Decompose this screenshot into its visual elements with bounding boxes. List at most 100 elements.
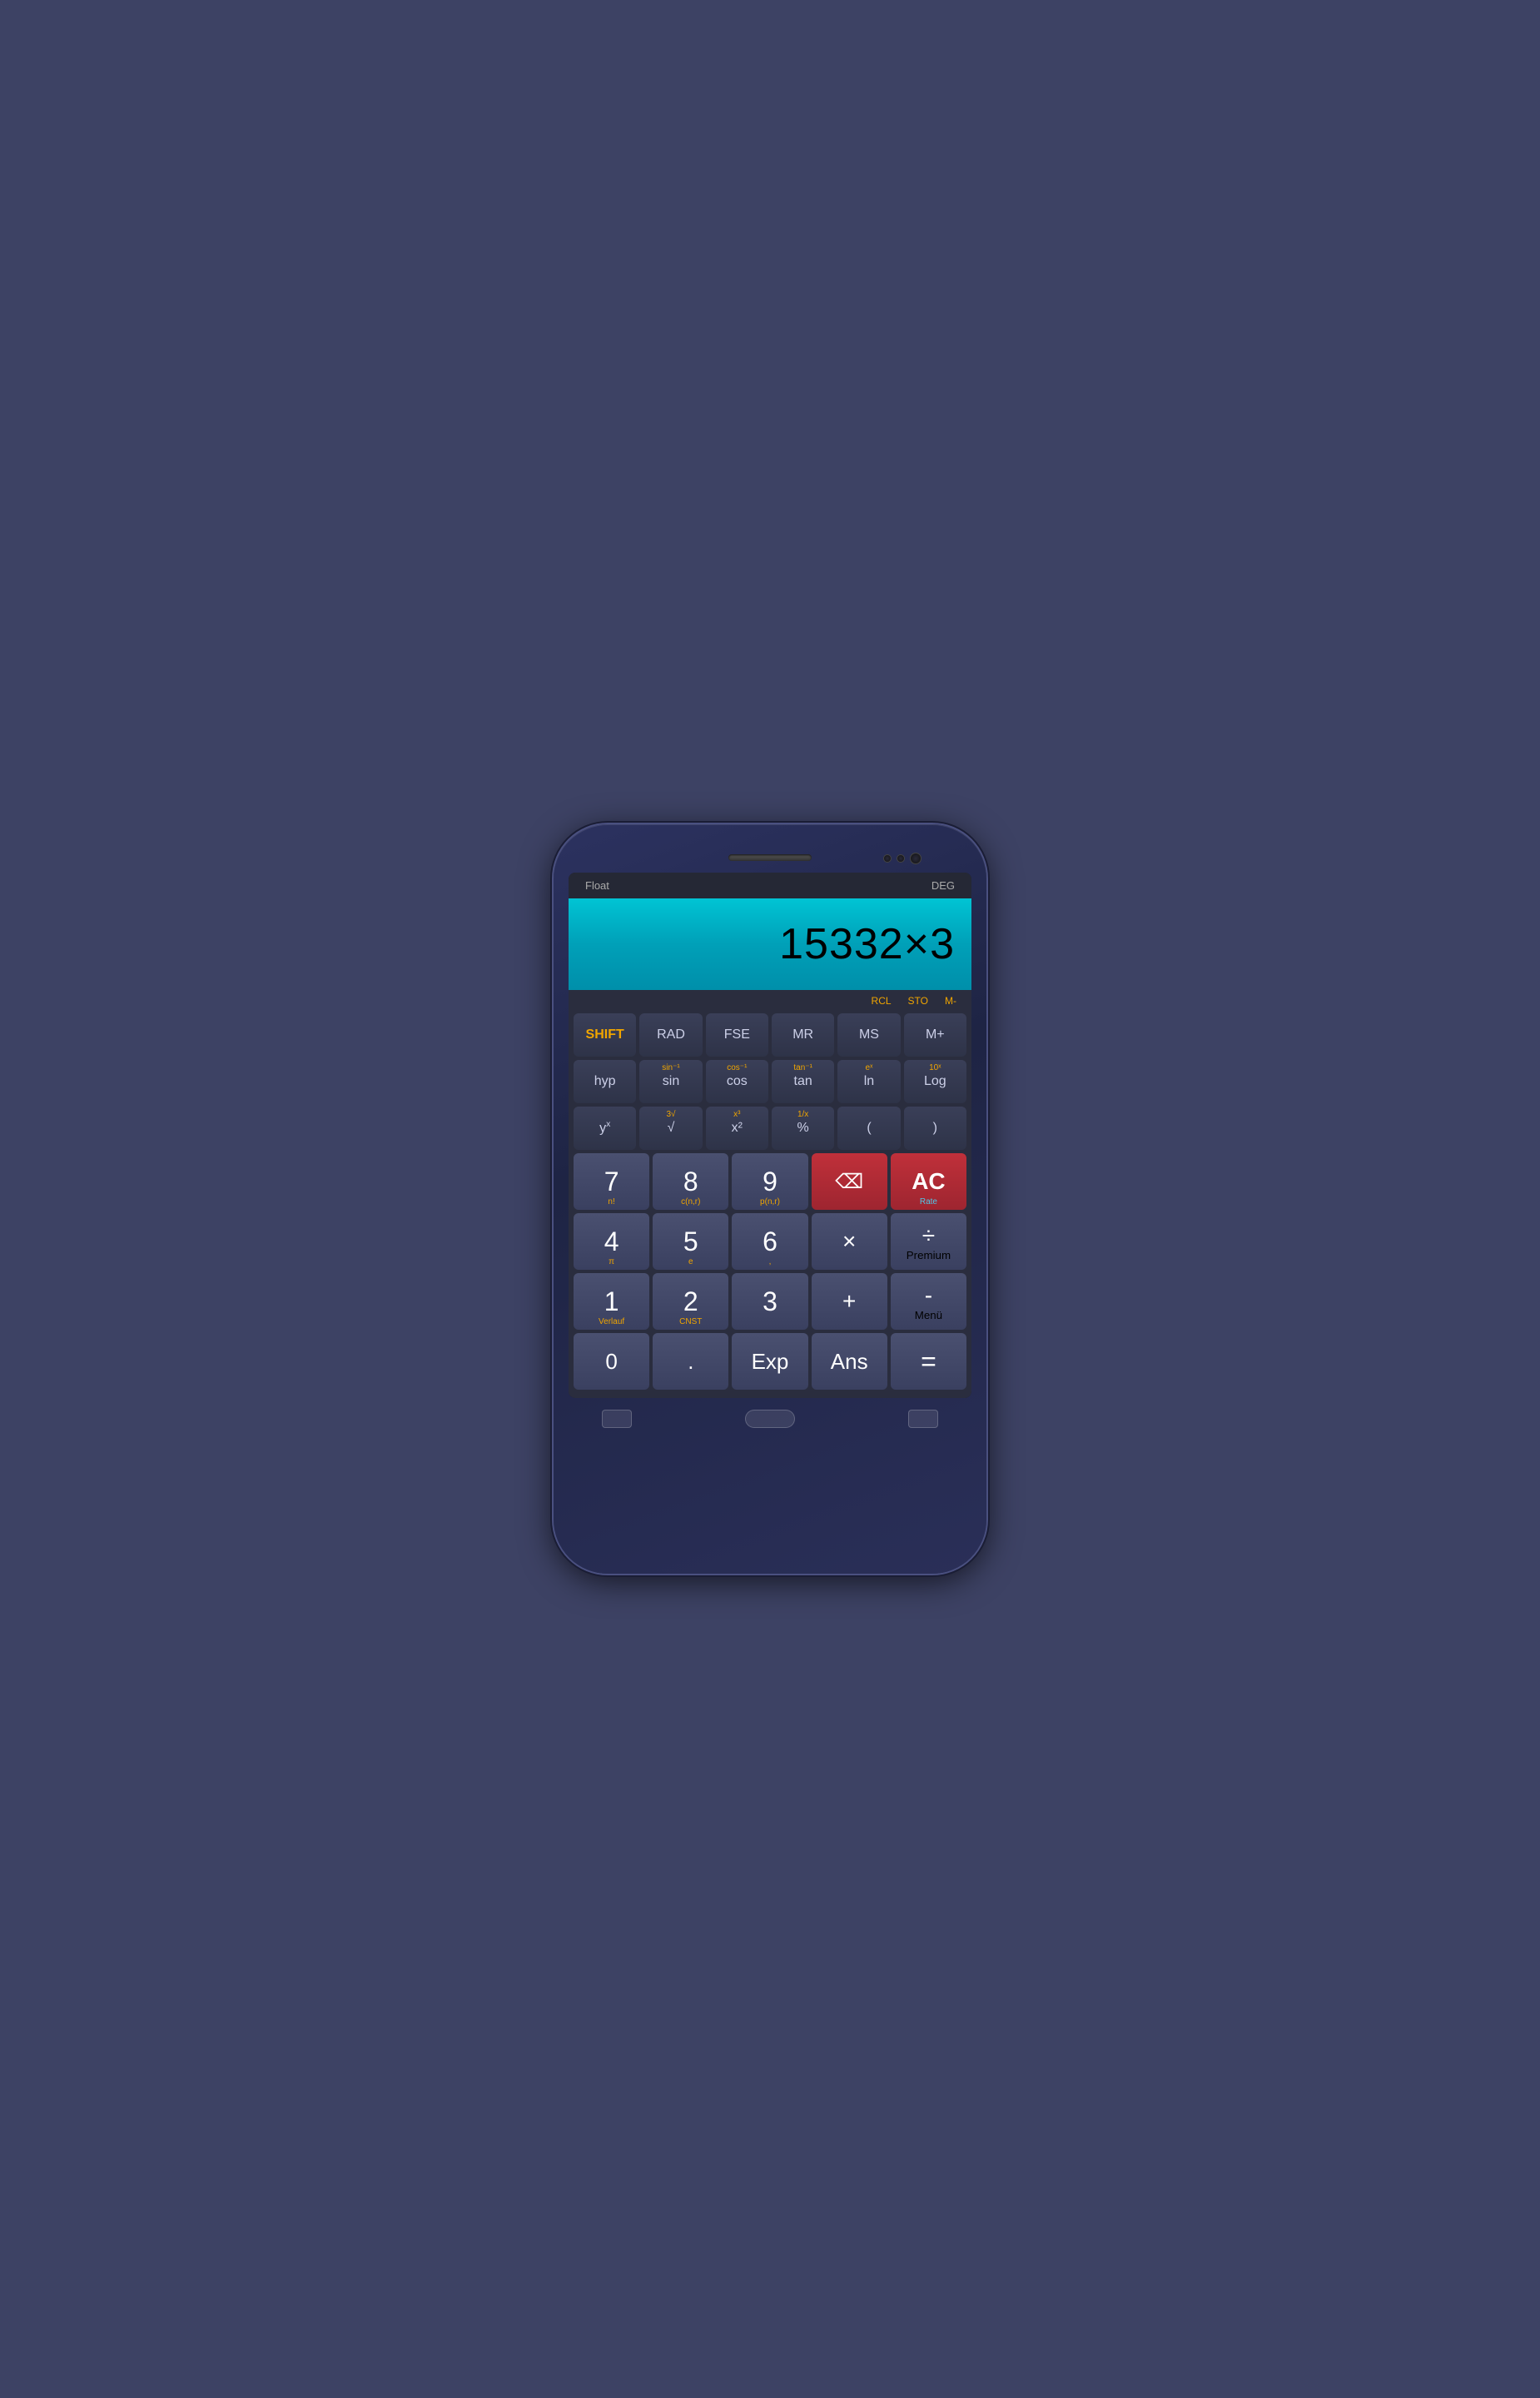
div-label: ÷: [922, 1222, 935, 1249]
zero-button[interactable]: 0: [574, 1333, 649, 1390]
minus-button[interactable]: - Menü: [891, 1273, 966, 1330]
del-icon: ⌫: [835, 1170, 863, 1194]
seven-button[interactable]: 7 n!: [574, 1153, 649, 1210]
button-row-6: 1 Verlauf 2 CNST 3 + - Menü: [574, 1273, 966, 1330]
status-bar: Float DEG: [569, 873, 971, 898]
sto-label: STO: [900, 993, 936, 1008]
log-label: Log: [924, 1075, 946, 1088]
mr-button[interactable]: MR: [772, 1013, 834, 1057]
camera-dot-1: [883, 854, 892, 863]
three-button[interactable]: 3: [732, 1273, 807, 1330]
sqrt-label: √: [668, 1122, 675, 1135]
dot-button[interactable]: .: [653, 1333, 728, 1390]
ans-button[interactable]: Ans: [812, 1333, 887, 1390]
five-button[interactable]: 5 e: [653, 1213, 728, 1270]
one-button[interactable]: 1 Verlauf: [574, 1273, 649, 1330]
ac-button[interactable]: AC Rate: [891, 1153, 966, 1210]
pct-button[interactable]: 1/x %: [772, 1107, 834, 1150]
divide-button[interactable]: ÷ Premium: [891, 1213, 966, 1270]
rparen-label: ): [933, 1122, 937, 1135]
pnr-label: p(n,r): [760, 1197, 780, 1206]
shift-button[interactable]: SHIFT: [574, 1013, 636, 1057]
pct-label: %: [797, 1122, 809, 1135]
eight-button[interactable]: 8 c(n,r): [653, 1153, 728, 1210]
button-row-2: hyp sin⁻¹ sin cos⁻¹ cos tan⁻¹ tan eˣ ln: [574, 1060, 966, 1103]
fse-button[interactable]: FSE: [706, 1013, 768, 1057]
multiply-button[interactable]: ×: [812, 1213, 887, 1270]
one-label: 1: [604, 1288, 619, 1315]
rate-label: Rate: [920, 1197, 937, 1206]
equals-button[interactable]: =: [891, 1333, 966, 1390]
shift-label: SHIFT: [586, 1027, 624, 1042]
calculator-screen: Float DEG 15332×3 RCL STO M- SHIFT RAD: [569, 873, 971, 1398]
ms-label: MS: [859, 1028, 879, 1042]
x2-label: x²: [732, 1122, 743, 1135]
rad-button[interactable]: RAD: [639, 1013, 702, 1057]
cnr-label: c(n,r): [681, 1197, 700, 1206]
nine-button[interactable]: 9 p(n,r): [732, 1153, 807, 1210]
float-label: Float: [585, 879, 609, 892]
mul-label: ×: [842, 1228, 856, 1255]
verlauf-label: Verlauf: [599, 1317, 624, 1326]
display-value: 15332×3: [779, 919, 955, 969]
button-row-4: 7 n! 8 c(n,r) 9 p(n,r) ⌫ AC Rate: [574, 1153, 966, 1210]
six-button[interactable]: 6 ,: [732, 1213, 807, 1270]
tan-button[interactable]: tan⁻¹ tan: [772, 1060, 834, 1103]
x3-label: x³: [733, 1110, 740, 1119]
four-button[interactable]: 4 π: [574, 1213, 649, 1270]
exp-button[interactable]: Exp: [732, 1333, 807, 1390]
five-label: 5: [683, 1228, 698, 1255]
lparen-label: (: [867, 1122, 871, 1135]
four-label: 4: [604, 1228, 619, 1255]
camera-area: [883, 853, 922, 864]
sqrt-button[interactable]: 3√ √: [639, 1107, 702, 1150]
zero-label: 0: [605, 1349, 617, 1375]
delete-button[interactable]: ⌫: [812, 1153, 887, 1210]
button-row-3: yx 3√ √ x³ x² 1/x % ( ): [574, 1107, 966, 1150]
hyp-button[interactable]: hyp: [574, 1060, 636, 1103]
two-button[interactable]: 2 CNST: [653, 1273, 728, 1330]
ln-button[interactable]: eˣ ln: [837, 1060, 900, 1103]
cnst-label: CNST: [679, 1317, 702, 1326]
tan-inv-label: tan⁻¹: [793, 1063, 812, 1072]
nfact-label: n!: [608, 1197, 614, 1206]
phone-top-bar: [569, 848, 971, 873]
minus-label: -: [925, 1282, 932, 1309]
mplus-button[interactable]: M+: [904, 1013, 966, 1057]
ms-button[interactable]: MS: [837, 1013, 900, 1057]
recent-nav-button[interactable]: [908, 1410, 938, 1428]
yx-button[interactable]: yx: [574, 1107, 636, 1150]
speaker-grille: [728, 854, 812, 861]
lparen-button[interactable]: (: [837, 1107, 900, 1150]
seven-label: 7: [604, 1168, 619, 1195]
plus-button[interactable]: +: [812, 1273, 887, 1330]
memory-row: RCL STO M-: [569, 990, 971, 1010]
fse-label: FSE: [724, 1028, 750, 1042]
ex-label: eˣ: [866, 1063, 873, 1072]
plus-label: +: [842, 1288, 856, 1315]
cos-button[interactable]: cos⁻¹ cos: [706, 1060, 768, 1103]
calculator-display: 15332×3: [569, 898, 971, 990]
back-nav-button[interactable]: [602, 1410, 632, 1428]
camera-lens: [910, 853, 922, 864]
log-button[interactable]: 10ˣ Log: [904, 1060, 966, 1103]
cos-label: cos: [727, 1075, 748, 1088]
phone-bottom-nav: [569, 1398, 971, 1435]
e-label: e: [688, 1257, 693, 1266]
menu-label: Menü: [915, 1309, 942, 1321]
sin-inv-label: sin⁻¹: [662, 1063, 679, 1072]
x2-button[interactable]: x³ x²: [706, 1107, 768, 1150]
sin-button[interactable]: sin⁻¹ sin: [639, 1060, 702, 1103]
rparen-button[interactable]: ): [904, 1107, 966, 1150]
calculator-grid: SHIFT RAD FSE MR MS M+: [569, 1010, 971, 1398]
cos-inv-label: cos⁻¹: [727, 1063, 747, 1072]
sin-label: sin: [663, 1075, 679, 1088]
phone-device: Float DEG 15332×3 RCL STO M- SHIFT RAD: [554, 824, 986, 1574]
button-row-7: 0 . Exp Ans =: [574, 1333, 966, 1390]
recip-label: 1/x: [797, 1110, 808, 1119]
home-nav-button[interactable]: [745, 1410, 795, 1428]
mr-label: MR: [792, 1028, 813, 1042]
premium-label: Premium: [907, 1249, 951, 1261]
equals-label: =: [921, 1346, 936, 1377]
mplus-label: M+: [926, 1028, 945, 1042]
